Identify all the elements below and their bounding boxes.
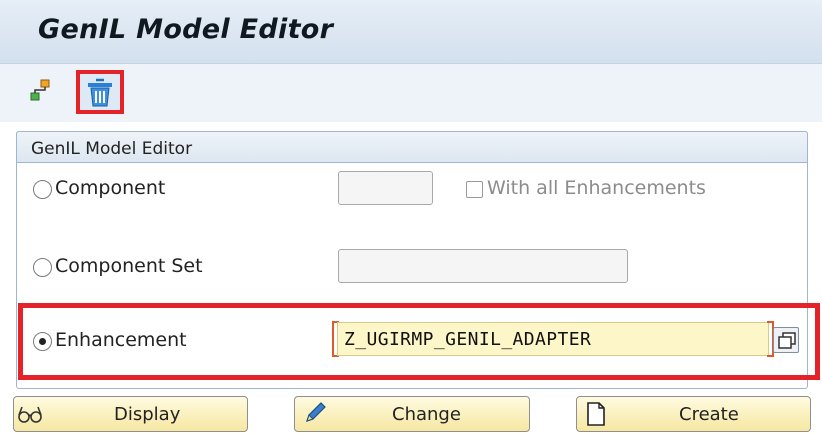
delete-button[interactable] (76, 70, 124, 114)
display-button[interactable]: Display (13, 396, 248, 432)
new-document-icon (587, 402, 605, 426)
component-set-input[interactable] (338, 249, 628, 283)
enhancement-label: Enhancement (55, 329, 187, 351)
enhancement-input[interactable]: Z_UGIRMP_GENIL_ADAPTER (337, 322, 769, 356)
create-button[interactable]: Create (576, 396, 811, 432)
copy-icon (778, 332, 796, 349)
component-label: Component (55, 177, 166, 199)
group-title: GenIL Model Editor (31, 139, 193, 159)
component-radio[interactable] (33, 180, 52, 199)
trash-icon (88, 78, 112, 107)
with-all-enhancements-checkbox[interactable] (466, 181, 483, 198)
with-all-enhancements-label: With all Enhancements (487, 177, 706, 199)
hierarchy-icon[interactable] (30, 78, 50, 102)
component-set-label: Component Set (55, 255, 203, 277)
page-title: GenIL Model Editor (38, 14, 334, 45)
display-label: Display (114, 404, 181, 425)
enhancement-radio[interactable] (33, 332, 52, 351)
component-set-radio[interactable] (33, 258, 52, 277)
value-help-button[interactable] (773, 327, 799, 353)
component-input[interactable] (338, 171, 433, 205)
pencil-icon (306, 402, 326, 422)
create-label: Create (679, 404, 739, 425)
change-label: Change (392, 404, 461, 425)
glasses-icon (18, 406, 42, 423)
change-button[interactable]: Change (294, 396, 530, 432)
